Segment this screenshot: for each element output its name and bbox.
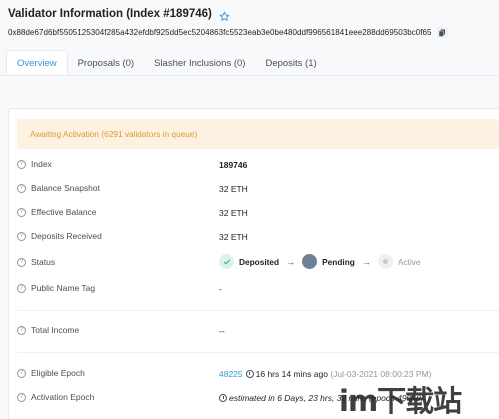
deposits-received-label: ? Deposits Received bbox=[17, 231, 102, 241]
star-icon[interactable] bbox=[219, 9, 230, 21]
pubkey-row: 0x88de67d6bf5505125304f285a432efdbf925dd… bbox=[8, 27, 448, 38]
total-income-value: -- bbox=[219, 326, 225, 336]
status-progress: Deposited → Pending → Active bbox=[219, 254, 420, 269]
eligible-epoch-ago: 16 hrs 14 mins ago bbox=[255, 369, 328, 379]
clock-icon bbox=[245, 370, 254, 378]
tab-proposals[interactable]: Proposals (0) bbox=[68, 50, 145, 76]
question-icon[interactable]: ? bbox=[17, 392, 26, 402]
effective-balance-value: 32 ETH bbox=[219, 208, 248, 218]
question-icon[interactable]: ? bbox=[17, 231, 26, 241]
effective-balance-label: ? Effective Balance bbox=[17, 207, 97, 217]
public-name-tag-value: - bbox=[219, 284, 222, 294]
pending-dot-icon bbox=[302, 254, 318, 269]
section-divider bbox=[17, 352, 499, 353]
question-icon[interactable]: ? bbox=[17, 207, 26, 217]
activation-alert: Awaiting Activation (6291 validators in … bbox=[17, 119, 499, 149]
page-header: Validator Information (Index #189746) 0x… bbox=[0, 0, 499, 44]
status-label: ? Status bbox=[17, 257, 55, 267]
total-income-label: ? Total Income bbox=[17, 325, 79, 335]
copy-icon[interactable] bbox=[436, 27, 448, 38]
title-row: Validator Information (Index #189746) bbox=[8, 8, 230, 21]
question-icon[interactable]: ? bbox=[17, 159, 26, 169]
tab-divider bbox=[0, 75, 499, 76]
eligible-epoch-link[interactable]: 48225 bbox=[219, 369, 243, 379]
alert-text: Awaiting Activation (6291 validators in … bbox=[30, 129, 198, 139]
validator-pubkey: 0x88de67d6bf5505125304f285a432efdbf925dd… bbox=[8, 28, 432, 37]
deposits-received-value: 32 ETH bbox=[219, 232, 248, 242]
eligible-epoch-label: ? Eligible Epoch bbox=[17, 368, 85, 378]
public-name-tag-label: ? Public Name Tag bbox=[17, 283, 95, 293]
tab-overview[interactable]: Overview bbox=[6, 50, 68, 76]
arrow-right-icon: → bbox=[286, 256, 296, 267]
check-icon bbox=[219, 254, 234, 269]
site-watermark-logo: im下载站 bbox=[339, 384, 462, 418]
question-icon[interactable]: ? bbox=[17, 183, 26, 193]
question-icon[interactable]: ? bbox=[17, 325, 26, 335]
status-active: Active bbox=[397, 256, 421, 267]
clock-icon bbox=[219, 394, 227, 402]
page-title: Validator Information (Index #189746) bbox=[8, 8, 212, 20]
status-deposited: Deposited bbox=[239, 256, 280, 267]
arrow-right-icon: → bbox=[361, 256, 371, 267]
question-icon[interactable]: ? bbox=[17, 257, 26, 267]
question-icon[interactable]: ? bbox=[17, 283, 26, 293]
activation-epoch-label: ? Activation Epoch bbox=[17, 392, 94, 402]
active-dot-icon bbox=[377, 254, 393, 269]
tab-deposits[interactable]: Deposits (1) bbox=[255, 50, 326, 76]
question-icon[interactable]: ? bbox=[17, 368, 26, 378]
section-divider bbox=[17, 310, 499, 311]
tab-bar: Overview Proposals (0) Slasher Inclusion… bbox=[6, 50, 327, 76]
status-pending: Pending bbox=[322, 256, 355, 267]
balance-snapshot-value: 32 ETH bbox=[219, 184, 248, 194]
balance-snapshot-label: ? Balance Snapshot bbox=[17, 183, 100, 193]
tab-slasher-inclusions[interactable]: Slasher Inclusions (0) bbox=[144, 50, 255, 76]
index-label: ? Index bbox=[17, 159, 52, 169]
index-value: 189746 bbox=[219, 160, 248, 170]
